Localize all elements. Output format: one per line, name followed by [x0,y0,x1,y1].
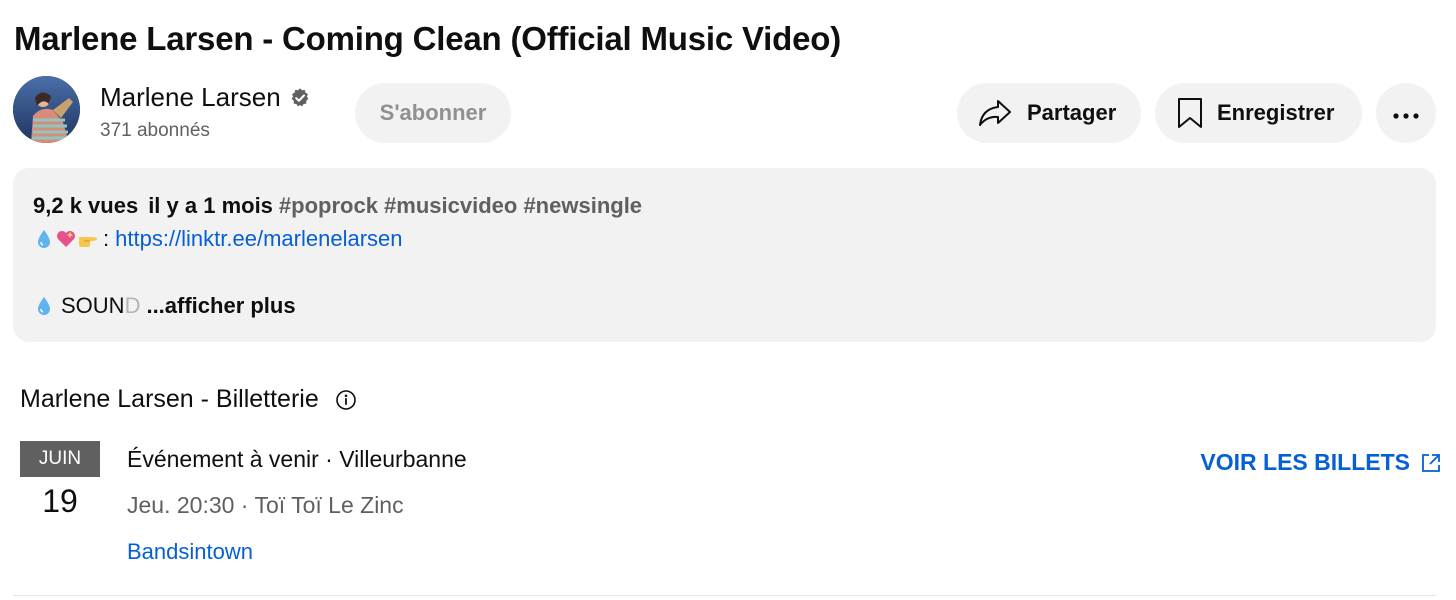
description-link-line: : https://linktr.ee/marlenelarsen [33,226,403,252]
verified-badge-icon [289,87,311,109]
video-title: Marlene Larsen - Coming Clean (Official … [14,20,841,57]
share-icon [977,98,1013,128]
share-button[interactable]: Partager [957,83,1141,143]
droplet-emoji-icon [33,228,55,250]
view-tickets-label: VOIR LES BILLETS [1200,449,1410,475]
description-box[interactable]: 9,2 k vues il y a 1 mois #poprock #musicvi… [13,168,1436,342]
sound-text-fade: D [124,293,141,318]
linktree-link[interactable]: https://linktr.ee/marlenelarsen [115,226,402,252]
event-month: JUIN [20,441,100,477]
section-divider [13,595,1436,596]
description-sound-line: SOUND ...afficher plus [33,293,296,319]
more-horizontal-icon [1392,100,1420,126]
event-details: Jeu. 20:30 · Toï Toï Le Zinc [127,492,404,518]
subscribe-button[interactable]: S'abonner [355,83,511,143]
sound-text: SOUND [61,293,140,319]
ticketing-title: Marlene Larsen - Billetterie [20,385,319,413]
ticketing-header: Marlene Larsen - Billetterie [20,385,357,414]
view-count: 9,2 k vues [33,193,139,218]
upload-age: il y a 1 mois [148,193,273,218]
link-prefix: : [103,226,110,251]
event-day: 19 [42,483,78,519]
save-label: Enregistrer [1217,100,1335,125]
video-details-page: Marlene Larsen - Coming Clean (Official … [0,0,1456,600]
view-tickets-link[interactable]: VOIR LES BILLETS [1200,449,1442,476]
event-source-link[interactable]: Bandsintown [127,539,253,565]
channel-avatar[interactable] [13,76,80,143]
droplet-emoji-icon [33,295,55,317]
subscriber-count: 371 abonnés [100,120,210,141]
pointing-right-emoji-icon [77,228,99,250]
hashtags[interactable]: #poprock #musicvideo #newsingle [279,193,642,218]
description-meta: 9,2 k vues il y a 1 mois #poprock #musicvi… [33,193,642,219]
sound-text-visible: SOUN [61,293,125,318]
channel-name[interactable]: Marlene Larsen [100,82,281,113]
share-label: Partager [1027,100,1117,125]
sparkling-heart-emoji-icon [55,228,77,250]
show-more-button[interactable]: ...afficher plus [146,293,295,319]
bookmark-icon [1177,97,1203,129]
event-title: Événement à venir · Villeurbanne [127,446,467,472]
external-link-icon [1420,452,1442,474]
save-button[interactable]: Enregistrer [1155,83,1362,143]
subscribe-label: S'abonner [379,100,487,125]
event-date: JUIN 19 [20,441,100,520]
info-icon[interactable] [335,389,357,411]
channel-name-row: Marlene Larsen [100,82,311,113]
more-actions-button[interactable] [1376,83,1436,143]
